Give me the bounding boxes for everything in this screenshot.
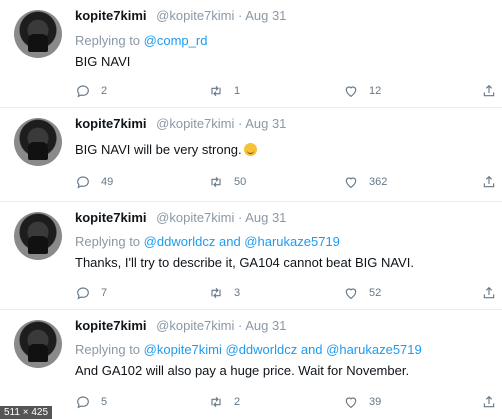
handle-and-date: @kopite7kimi · Aug 31 bbox=[156, 210, 287, 225]
tweet-3[interactable]: kopite7kimi @kopite7kimi · Aug 31 Replyi… bbox=[0, 202, 502, 310]
replying-to-label: Replying to bbox=[75, 234, 141, 249]
like-count: 12 bbox=[369, 85, 382, 97]
avatar[interactable] bbox=[14, 118, 62, 166]
retweet-button[interactable]: 2 bbox=[208, 394, 240, 410]
comment-icon bbox=[77, 85, 89, 98]
display-name[interactable]: kopite7kimi bbox=[75, 8, 147, 23]
reply-button[interactable]: 5 bbox=[75, 394, 107, 410]
tweet-text: BIG NAVI bbox=[75, 54, 131, 69]
comment-icon bbox=[77, 176, 89, 189]
retweet-count: 3 bbox=[234, 287, 241, 299]
tweet-actions: 7 3 52 bbox=[75, 285, 496, 305]
heart-icon bbox=[345, 86, 357, 98]
share-button[interactable] bbox=[481, 285, 497, 301]
handle-and-date: @kopite7kimi · Aug 31 bbox=[156, 116, 287, 131]
reply-target-link[interactable]: @comp_rd bbox=[144, 33, 208, 48]
heart-icon bbox=[345, 288, 357, 300]
retweet-count: 50 bbox=[234, 176, 247, 188]
display-name[interactable]: kopite7kimi bbox=[75, 116, 147, 131]
like-button[interactable]: 362 bbox=[343, 174, 387, 190]
share-button[interactable] bbox=[481, 174, 497, 190]
retweet-count: 1 bbox=[234, 85, 241, 97]
replying-to: Replying to @comp_rd bbox=[75, 33, 207, 48]
retweet-button[interactable]: 50 bbox=[208, 174, 246, 190]
share-button[interactable] bbox=[481, 83, 497, 99]
tweet-1[interactable]: kopite7kimi @kopite7kimi · Aug 31 Replyi… bbox=[0, 0, 502, 108]
like-button[interactable]: 39 bbox=[343, 394, 381, 410]
reply-target-link[interactable]: @ddworldcz and @harukaze5719 bbox=[144, 234, 340, 249]
handle-and-date: @kopite7kimi · Aug 31 bbox=[156, 318, 287, 333]
display-name[interactable]: kopite7kimi bbox=[75, 318, 147, 333]
replying-to: Replying to @ddworldcz and @harukaze5719 bbox=[75, 234, 340, 249]
comment-count: 49 bbox=[101, 176, 114, 188]
tweet-actions: 49 50 362 bbox=[75, 174, 496, 194]
comment-count: 7 bbox=[101, 287, 108, 299]
retweet-icon bbox=[211, 287, 221, 299]
tweet-text: And GA102 will also pay a huge price. Wa… bbox=[75, 363, 410, 378]
grinning-emoji-icon bbox=[243, 143, 257, 156]
reply-button[interactable]: 2 bbox=[75, 83, 107, 99]
tweet-actions: 2 1 12 bbox=[75, 83, 496, 103]
handle-and-date: @kopite7kimi · Aug 31 bbox=[156, 8, 287, 23]
comment-count: 2 bbox=[101, 85, 108, 97]
share-button[interactable] bbox=[481, 394, 497, 410]
share-icon bbox=[483, 84, 495, 97]
avatar[interactable] bbox=[14, 212, 62, 260]
tweet-header: kopite7kimi @kopite7kimi · Aug 31 bbox=[75, 210, 286, 225]
heart-icon bbox=[345, 177, 357, 189]
reply-target-link[interactable]: @kopite7kimi @ddworldcz and @harukaze571… bbox=[144, 342, 422, 357]
image-size-label: 511 × 425 bbox=[0, 406, 53, 419]
tweet-text: Thanks, I'll try to describe it, GA104 c… bbox=[75, 255, 414, 270]
like-count: 362 bbox=[369, 176, 388, 188]
reply-button[interactable]: 7 bbox=[75, 285, 107, 301]
retweet-icon bbox=[211, 396, 221, 408]
tweet-actions: 5 2 39 bbox=[75, 394, 496, 414]
tweet-2[interactable]: kopite7kimi @kopite7kimi · Aug 31 BIG NA… bbox=[0, 108, 502, 202]
heart-icon bbox=[345, 397, 357, 409]
like-button[interactable]: 12 bbox=[343, 83, 381, 99]
comment-icon bbox=[77, 287, 89, 300]
retweet-count: 2 bbox=[234, 396, 241, 408]
share-icon bbox=[483, 395, 495, 408]
retweet-button[interactable]: 3 bbox=[208, 285, 240, 301]
comment-count: 5 bbox=[101, 396, 108, 408]
retweet-icon bbox=[211, 85, 221, 97]
avatar[interactable] bbox=[14, 320, 62, 368]
retweet-icon bbox=[211, 176, 221, 188]
tweet-header: kopite7kimi @kopite7kimi · Aug 31 bbox=[75, 318, 286, 333]
comment-icon bbox=[77, 396, 89, 409]
replying-to-label: Replying to bbox=[75, 342, 141, 357]
replying-to-label: Replying to bbox=[75, 33, 141, 48]
like-count: 52 bbox=[369, 287, 382, 299]
like-count: 39 bbox=[369, 396, 382, 408]
like-button[interactable]: 52 bbox=[343, 285, 381, 301]
tweet-text: BIG NAVI will be very strong. bbox=[75, 142, 257, 157]
share-icon bbox=[483, 286, 495, 299]
avatar[interactable] bbox=[14, 10, 62, 58]
replying-to: Replying to @kopite7kimi @ddworldcz and … bbox=[75, 342, 422, 357]
tweet-header: kopite7kimi @kopite7kimi · Aug 31 bbox=[75, 116, 286, 131]
share-icon bbox=[483, 175, 495, 188]
reply-button[interactable]: 49 bbox=[75, 174, 113, 190]
tweet-4[interactable]: kopite7kimi @kopite7kimi · Aug 31 Replyi… bbox=[0, 310, 502, 419]
display-name[interactable]: kopite7kimi bbox=[75, 210, 147, 225]
tweet-header: kopite7kimi @kopite7kimi · Aug 31 bbox=[75, 8, 286, 23]
retweet-button[interactable]: 1 bbox=[208, 83, 240, 99]
tweet-text-content: BIG NAVI will be very strong. bbox=[75, 142, 242, 157]
